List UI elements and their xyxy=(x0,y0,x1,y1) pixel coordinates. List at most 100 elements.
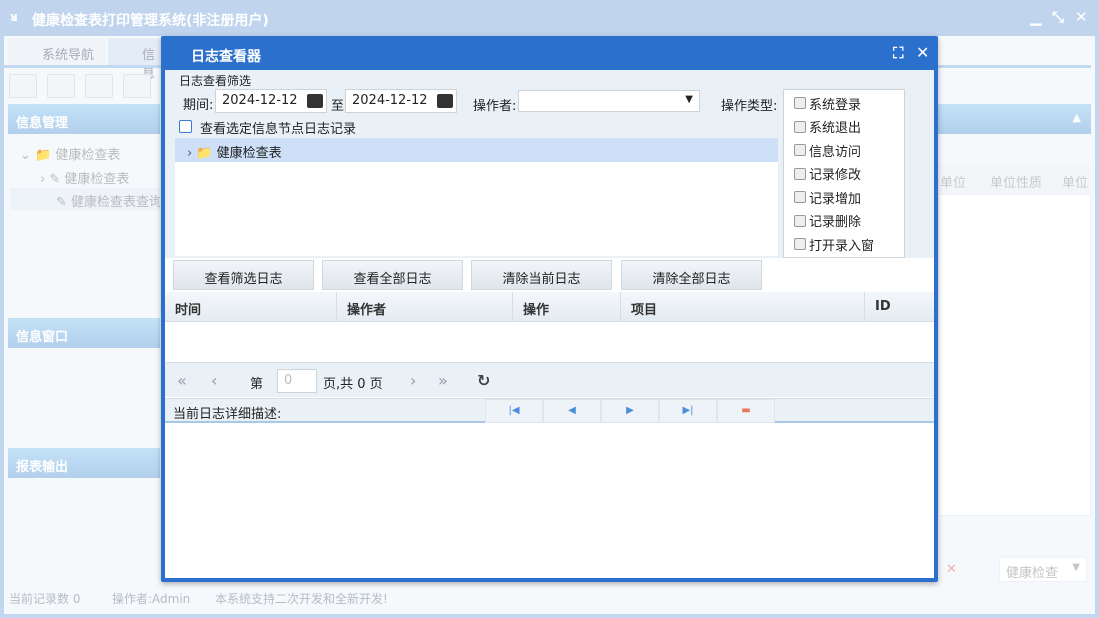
tree-root[interactable]: ⌄ 📁 健康检查表 xyxy=(20,144,120,163)
dialog-title: 日志查看器 xyxy=(191,49,261,65)
bg-column-header: 单位 xyxy=(1062,176,1089,191)
grid-panel-header: ▲ xyxy=(938,104,1091,134)
detail-bar: 当前日志详细描述: |◀ ◀ ▶ ▶| ▬ xyxy=(165,398,934,423)
optype-label: 记录删除 xyxy=(809,215,862,231)
search-tool-button[interactable] xyxy=(9,74,37,98)
list-tool-button[interactable] xyxy=(47,74,75,98)
panel-info-window[interactable]: 信息窗口 xyxy=(8,318,160,348)
delete-record-button[interactable]: ▬ xyxy=(717,399,775,423)
optype-item[interactable]: 系统退出 xyxy=(784,114,904,138)
page-value: 0 xyxy=(284,373,293,388)
panel-info-management[interactable]: 信息管理 xyxy=(8,104,160,134)
log-viewer-dialog: 日志查看器 ⛶ ✕ 日志查看筛选 期间: 2024-12-12 至 2024-1… xyxy=(161,36,938,582)
tab-info[interactable]: 信息 xyxy=(108,38,168,82)
next-page-icon[interactable]: › xyxy=(410,371,416,390)
bg-select[interactable]: 健康检查 ▼ xyxy=(999,557,1087,582)
date-from-value: 2024-12-12 xyxy=(222,93,298,108)
document-tool-button[interactable] xyxy=(85,74,113,98)
view-all-log-button[interactable]: 查看全部日志 xyxy=(322,260,463,290)
prev-page-icon[interactable]: ‹ xyxy=(211,371,217,390)
chevron-down-icon: ▼ xyxy=(1072,562,1080,573)
optype-list: 系统登录系统退出信息访问记录修改 记录增加记录删除打开录入窗 xyxy=(783,89,905,258)
user-tool-button[interactable] xyxy=(123,74,151,98)
column-header-time[interactable]: 时间 xyxy=(175,299,201,318)
operator-label: 操作者: xyxy=(473,99,517,114)
clear-icon[interactable]: ✕ xyxy=(946,562,957,577)
optype-checkbox[interactable] xyxy=(794,238,806,251)
last-record-button[interactable]: ▶| xyxy=(659,399,717,423)
view-filtered-log-button[interactable]: 查看筛选日志 xyxy=(173,260,314,290)
prev-record-button[interactable]: ◀ xyxy=(543,399,601,423)
first-page-icon[interactable]: « xyxy=(177,371,187,390)
optype-label: 信息访问 xyxy=(809,144,862,160)
chevron-right-icon: › xyxy=(187,146,193,161)
next-record-button[interactable]: ▶ xyxy=(601,399,659,423)
clear-current-log-button[interactable]: 清除当前日志 xyxy=(471,260,612,290)
optype-label: 打开录入窗 xyxy=(809,238,875,254)
last-page-icon[interactable]: » xyxy=(438,371,448,390)
optype-item[interactable]: 记录删除 xyxy=(784,208,904,232)
minimize-icon[interactable]: ▁ xyxy=(1030,8,1042,26)
detail-label: 当前日志详细描述: xyxy=(173,407,282,422)
bg-column-header: 单位性质 xyxy=(990,176,1043,191)
optype-item[interactable]: 记录修改 xyxy=(784,161,904,185)
close-icon[interactable]: ✕ xyxy=(1075,8,1088,26)
column-header-id[interactable]: ID xyxy=(875,299,891,314)
node-log-label: 查看选定信息节点日志记录 xyxy=(200,122,357,137)
node-log-checkbox[interactable] xyxy=(179,120,192,133)
tab-system-nav[interactable]: 系统导航 xyxy=(8,38,106,65)
tab-label: 系统导航 xyxy=(42,48,95,63)
panel-report-output[interactable]: 报表输出 xyxy=(8,448,160,478)
first-record-button[interactable]: |◀ xyxy=(485,399,543,423)
optype-item[interactable]: 记录增加 xyxy=(784,184,904,208)
maximize-icon[interactable]: ⛶ xyxy=(893,44,904,62)
close-icon[interactable]: ✕ xyxy=(916,43,929,62)
clear-all-log-button[interactable]: 清除全部日志 xyxy=(621,260,762,290)
detail-textarea[interactable] xyxy=(165,425,934,578)
optype-checkbox[interactable] xyxy=(794,120,806,133)
tree-label: 健康检查表 xyxy=(64,172,130,187)
filter-title: 日志查看筛选 xyxy=(179,74,252,88)
optype-item[interactable]: 打开录入窗 xyxy=(784,231,904,255)
bg-column-header: 单位 xyxy=(940,176,967,191)
restore-icon[interactable]: ⤡ xyxy=(1052,8,1064,26)
optype-item[interactable]: 系统登录 xyxy=(784,90,904,114)
status-note: 本系统支持二次开发和全新开发! xyxy=(215,592,388,606)
optype-checkbox[interactable] xyxy=(794,191,806,204)
calendar-icon[interactable] xyxy=(437,94,453,108)
to-label: 至 xyxy=(331,99,345,114)
app-title: 健康检查表打印管理系统(非注册用户) xyxy=(32,13,269,29)
node-tree: › 📁 健康检查表 xyxy=(175,138,778,256)
status-records: 当前记录数 0 xyxy=(9,592,81,606)
tree-label: 健康检查表查询 xyxy=(71,195,160,210)
page-input[interactable]: 0 xyxy=(277,369,317,393)
app-titlebar: ᴚ 健康检查表打印管理系统(非注册用户) ▁ ⤡ ✕ xyxy=(0,0,1099,36)
date-to-value: 2024-12-12 xyxy=(352,93,428,108)
optype-label: 记录修改 xyxy=(809,168,862,184)
folder-icon: 📁 xyxy=(196,146,213,161)
filter-area: 日志查看筛选 期间: 2024-12-12 至 2024-12-12 操作者: … xyxy=(165,70,934,258)
pager: « ‹ 第 0 页,共 0 页 › » ↻ xyxy=(165,362,934,397)
calendar-icon[interactable] xyxy=(307,94,323,108)
refresh-icon[interactable]: ↻ xyxy=(477,371,490,390)
collapse-icon[interactable]: ▲ xyxy=(1073,111,1081,124)
optype-checkbox[interactable] xyxy=(794,144,806,157)
column-header-action[interactable]: 操作 xyxy=(523,299,549,318)
optype-checkbox[interactable] xyxy=(794,167,806,180)
optype-checkbox[interactable] xyxy=(794,97,806,110)
chevron-down-icon: ▼ xyxy=(685,94,693,105)
column-header-operator[interactable]: 操作者 xyxy=(347,299,386,318)
operator-select[interactable]: ▼ xyxy=(518,90,700,112)
optype-checkbox[interactable] xyxy=(794,214,806,227)
app-logo-icon: ᴚ xyxy=(10,10,18,24)
optype-label: 系统退出 xyxy=(809,121,862,137)
tree-node-row[interactable]: › 📁 健康检查表 xyxy=(175,138,778,162)
optype-label: 系统登录 xyxy=(809,97,862,113)
dialog-body: 日志查看筛选 期间: 2024-12-12 至 2024-12-12 操作者: … xyxy=(165,70,934,578)
bg-select-value: 健康检查 xyxy=(1006,566,1059,581)
status-operator: 操作者:Admin xyxy=(112,592,191,606)
tree-child[interactable]: › ✎ 健康检查表 xyxy=(40,168,129,187)
tree-child-query[interactable]: ✎ 健康检查表查询 xyxy=(10,188,160,210)
column-header-item[interactable]: 项目 xyxy=(631,299,657,318)
optype-item[interactable]: 信息访问 xyxy=(784,137,904,161)
